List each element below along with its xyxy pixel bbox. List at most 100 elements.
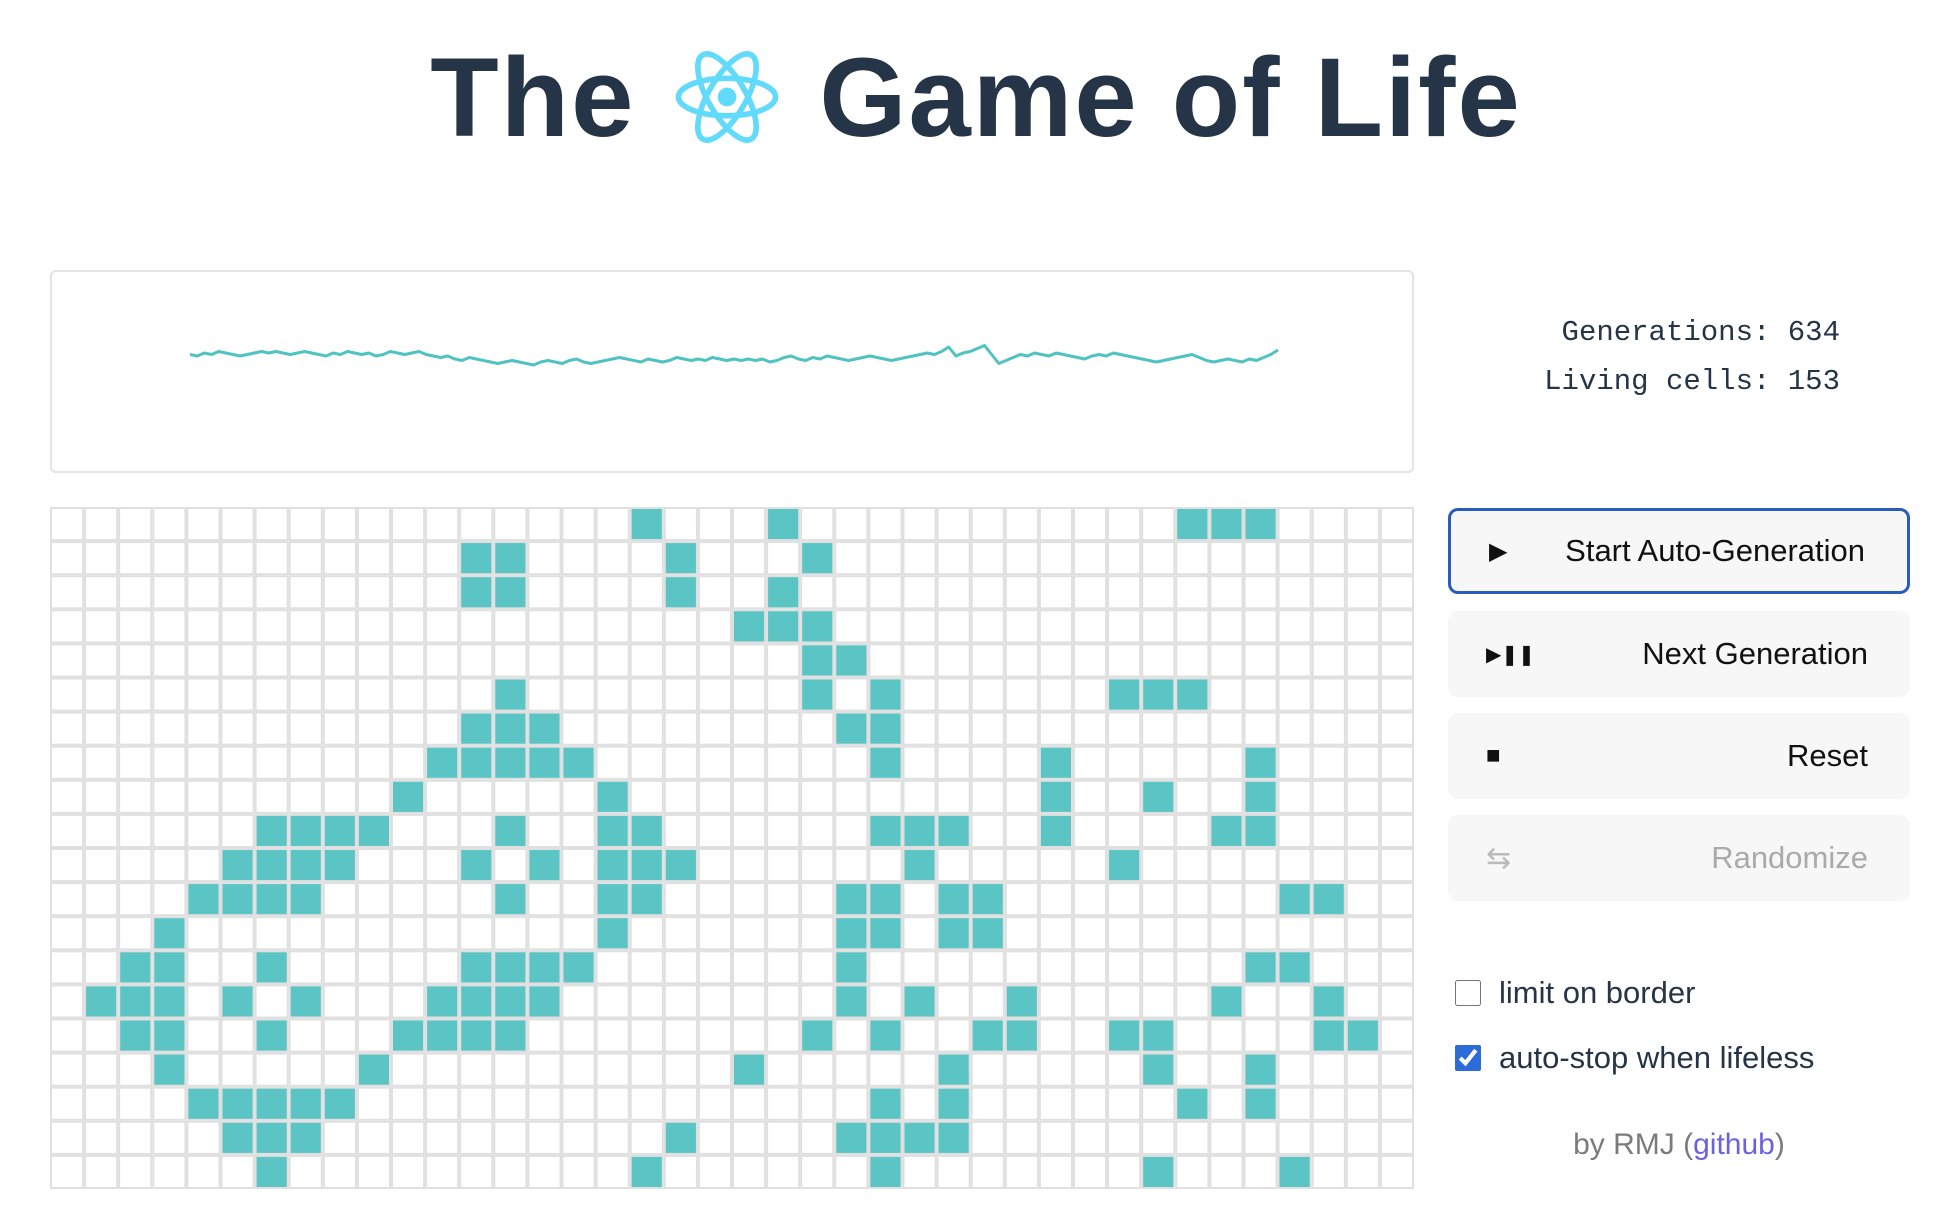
grid-cell-dead[interactable]: [84, 745, 119, 780]
grid-cell-dead[interactable]: [800, 745, 835, 780]
grid-cell-dead[interactable]: [1379, 575, 1415, 610]
grid-cell-dead[interactable]: [1004, 950, 1039, 985]
grid-cell-dead[interactable]: [561, 882, 596, 917]
grid-cell-alive[interactable]: [561, 745, 596, 780]
grid-cell-dead[interactable]: [425, 677, 460, 712]
grid-cell-dead[interactable]: [493, 779, 528, 814]
grid-cell-dead[interactable]: [1209, 745, 1244, 780]
grid-cell-dead[interactable]: [970, 609, 1005, 644]
grid-cell-dead[interactable]: [834, 813, 869, 848]
grid-cell-dead[interactable]: [697, 1018, 733, 1053]
grid-cell-dead[interactable]: [1277, 1018, 1312, 1053]
grid-cell-dead[interactable]: [391, 1052, 426, 1087]
grid-cell-dead[interactable]: [629, 1052, 664, 1087]
grid-cell-alive[interactable]: [936, 1052, 971, 1087]
grid-cell-dead[interactable]: [663, 1052, 698, 1087]
grid-cell-dead[interactable]: [697, 1120, 733, 1155]
grid-cell-dead[interactable]: [527, 643, 562, 678]
grid-cell-alive[interactable]: [629, 507, 664, 542]
grid-cell-dead[interactable]: [1379, 813, 1415, 848]
grid-cell-dead[interactable]: [220, 575, 255, 610]
grid-cell-dead[interactable]: [834, 779, 869, 814]
grid-cell-dead[interactable]: [1311, 507, 1346, 542]
grid-cell-dead[interactable]: [1379, 950, 1415, 985]
grid-cell-dead[interactable]: [1004, 643, 1039, 678]
grid-cell-alive[interactable]: [732, 609, 767, 644]
grid-cell-alive[interactable]: [322, 848, 357, 883]
grid-cell-dead[interactable]: [800, 1120, 835, 1155]
grid-cell-dead[interactable]: [1073, 541, 1108, 576]
life-grid[interactable]: [50, 507, 1416, 1189]
grid-cell-dead[interactable]: [118, 609, 153, 644]
grid-cell-dead[interactable]: [1004, 916, 1039, 951]
grid-cell-dead[interactable]: [561, 1120, 596, 1155]
grid-cell-dead[interactable]: [1277, 779, 1312, 814]
grid-cell-dead[interactable]: [1311, 1120, 1346, 1155]
grid-cell-dead[interactable]: [970, 1052, 1005, 1087]
grid-cell-dead[interactable]: [1073, 575, 1108, 610]
grid-cell-dead[interactable]: [425, 1086, 460, 1121]
grid-cell-dead[interactable]: [1209, 575, 1244, 610]
grid-cell-dead[interactable]: [220, 950, 255, 985]
grid-cell-dead[interactable]: [1038, 984, 1074, 1019]
grid-cell-dead[interactable]: [50, 1086, 85, 1121]
grid-cell-dead[interactable]: [1277, 1086, 1312, 1121]
grid-cell-dead[interactable]: [1107, 575, 1142, 610]
grid-cell-dead[interactable]: [118, 848, 153, 883]
grid-cell-dead[interactable]: [800, 984, 835, 1019]
grid-cell-dead[interactable]: [834, 1018, 869, 1053]
grid-cell-dead[interactable]: [936, 984, 971, 1019]
grid-cell-alive[interactable]: [1243, 779, 1278, 814]
grid-cell-dead[interactable]: [1107, 1086, 1142, 1121]
grid-cell-dead[interactable]: [1379, 779, 1415, 814]
grid-cell-dead[interactable]: [902, 541, 937, 576]
grid-cell-alive[interactable]: [629, 813, 664, 848]
grid-cell-dead[interactable]: [493, 916, 528, 951]
grid-cell-dead[interactable]: [1277, 507, 1312, 542]
grid-cell-dead[interactable]: [800, 779, 835, 814]
grid-cell-alive[interactable]: [868, 745, 903, 780]
grid-cell-dead[interactable]: [1141, 882, 1176, 917]
grid-cell-dead[interactable]: [152, 813, 187, 848]
grid-cell-dead[interactable]: [970, 541, 1005, 576]
grid-cell-alive[interactable]: [459, 984, 494, 1019]
grid-cell-dead[interactable]: [595, 745, 630, 780]
grid-cell-dead[interactable]: [50, 779, 85, 814]
grid-cell-dead[interactable]: [1345, 745, 1380, 780]
grid-cell-alive[interactable]: [322, 813, 357, 848]
grid-cell-dead[interactable]: [1345, 1120, 1380, 1155]
grid-cell-dead[interactable]: [459, 882, 494, 917]
grid-cell-dead[interactable]: [356, 677, 391, 712]
grid-cell-alive[interactable]: [1038, 745, 1074, 780]
grid-cell-dead[interactable]: [732, 1120, 767, 1155]
grid-cell-alive[interactable]: [220, 1086, 255, 1121]
grid-cell-alive[interactable]: [834, 643, 869, 678]
grid-cell-alive[interactable]: [288, 1120, 323, 1155]
grid-cell-dead[interactable]: [800, 575, 835, 610]
grid-cell-dead[interactable]: [595, 643, 630, 678]
grid-cell-dead[interactable]: [697, 813, 733, 848]
grid-cell-alive[interactable]: [288, 882, 323, 917]
grid-cell-alive[interactable]: [1038, 813, 1074, 848]
grid-cell-dead[interactable]: [629, 1086, 664, 1121]
grid-cell-alive[interactable]: [254, 1154, 289, 1189]
grid-cell-dead[interactable]: [595, 677, 630, 712]
grid-cell-alive[interactable]: [561, 950, 596, 985]
grid-cell-dead[interactable]: [288, 643, 323, 678]
grid-cell-dead[interactable]: [322, 1052, 357, 1087]
grid-cell-dead[interactable]: [1311, 575, 1346, 610]
grid-cell-dead[interactable]: [936, 643, 971, 678]
grid-cell-dead[interactable]: [220, 711, 255, 746]
grid-cell-dead[interactable]: [84, 609, 119, 644]
grid-cell-dead[interactable]: [629, 984, 664, 1019]
grid-cell-alive[interactable]: [1107, 848, 1142, 883]
grid-cell-dead[interactable]: [902, 882, 937, 917]
grid-cell-dead[interactable]: [356, 507, 391, 542]
grid-cell-dead[interactable]: [1243, 1154, 1278, 1189]
grid-cell-dead[interactable]: [322, 779, 357, 814]
grid-cell-dead[interactable]: [527, 609, 562, 644]
grid-cell-alive[interactable]: [936, 813, 971, 848]
grid-cell-alive[interactable]: [152, 950, 187, 985]
grid-cell-dead[interactable]: [1141, 609, 1176, 644]
grid-cell-dead[interactable]: [697, 745, 733, 780]
